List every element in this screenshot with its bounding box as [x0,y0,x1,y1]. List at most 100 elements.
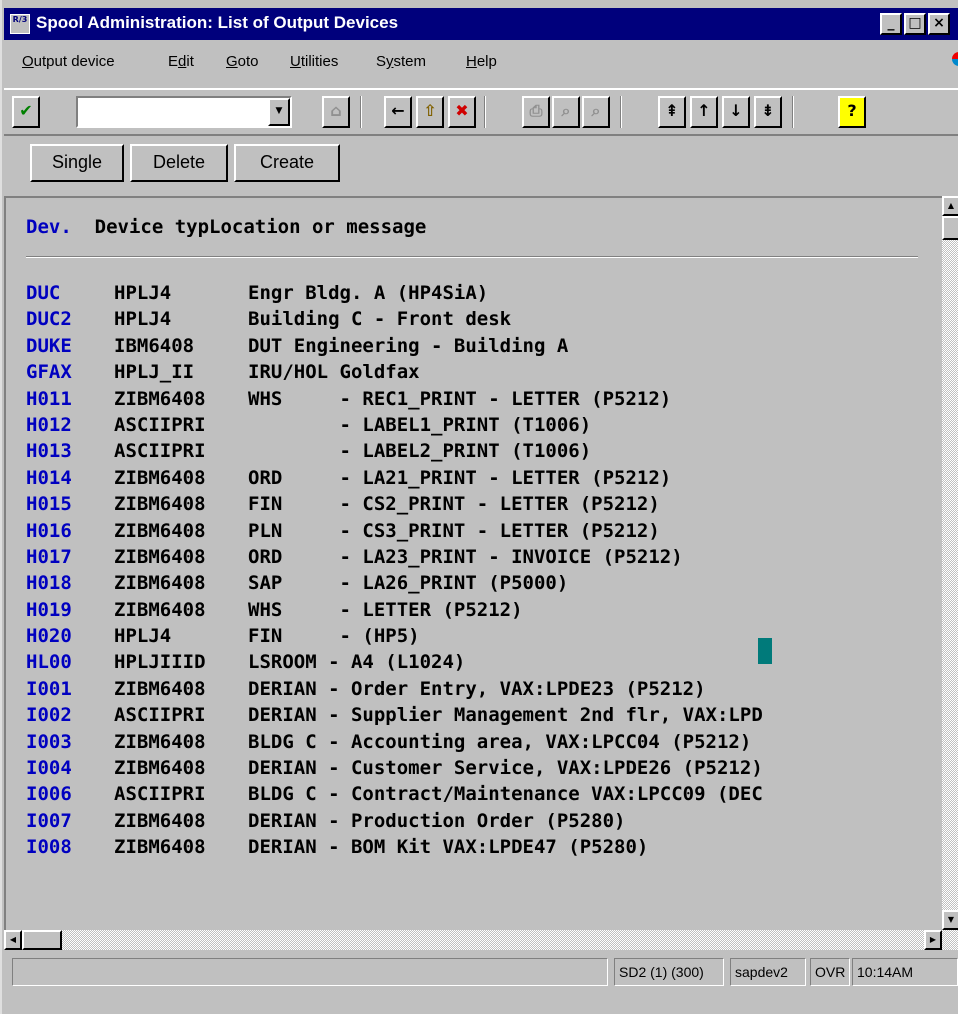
chevron-down-icon[interactable]: ▼ [268,98,290,126]
list-row[interactable]: H018 ZIBM6408 SAP - LA26_PRINT (P5000) [26,570,763,596]
device-name[interactable]: H012 [26,412,114,438]
next-page-icon[interactable]: ↓ [722,96,750,128]
scroll-up-icon[interactable]: ▲ [942,196,958,216]
status-time: 10:14AM [852,958,958,986]
device-location: Building C - Front desk [248,308,512,331]
device-name[interactable]: DUC [26,280,114,306]
device-name[interactable]: H017 [26,544,114,570]
command-field[interactable]: ▼ [76,96,292,128]
list-row[interactable]: I003 ZIBM6408 BLDG C - Accounting area, VA… [26,729,763,755]
help-icon[interactable]: ? [838,96,866,128]
menu-help[interactable]: Help [466,53,497,70]
list-row[interactable]: H014 ZIBM6408 ORD - LA21_PRINT - LETTER (P… [26,465,763,491]
device-name[interactable]: H013 [26,438,114,464]
device-name[interactable]: I004 [26,755,114,781]
list-row[interactable]: DUC2 HPLJ4 Building C - Front desk [26,306,763,332]
save-icon[interactable]: ⌂ [322,96,350,128]
scroll-right-icon[interactable]: ▶ [924,930,942,950]
device-type: IBM6408 [114,334,195,357]
maximize-button[interactable]: □ [904,13,926,35]
header-dev: Dev. [26,216,72,238]
horizontal-scrollbar[interactable]: ◀ ▶ [4,930,958,950]
device-name[interactable]: H011 [26,386,114,412]
device-location: WHS - LETTER (P5212) [248,598,523,621]
list-row[interactable]: H012 ASCIIPRI - LABEL1_PRINT (T1006) [26,412,763,438]
list-row[interactable]: HL00 HPLJIIID LSROOM - A4 (L1024) [26,649,763,675]
list-row[interactable]: H011 ZIBM6408 WHS - REC1_PRINT - LETTER (P… [26,386,763,412]
device-location: ORD - LA21_PRINT - LETTER (P5212) [248,466,672,489]
menu-output-device[interactable]: Output device [22,53,115,70]
single-button[interactable]: Single [30,144,124,182]
device-name[interactable]: I007 [26,808,114,834]
device-name[interactable]: H014 [26,465,114,491]
device-location: DERIAN - Supplier Management 2nd flr, VA… [248,704,763,727]
device-type: ZIBM6408 [114,493,206,516]
device-name[interactable]: H018 [26,570,114,596]
device-name[interactable]: DUKE [26,333,114,359]
scroll-down-icon[interactable]: ▼ [942,910,958,930]
device-name[interactable]: I002 [26,702,114,728]
find-next-icon[interactable]: ⌕ [582,96,610,128]
list-row[interactable]: I004 ZIBM6408 DERIAN - Customer Service, V… [26,755,763,781]
previous-page-icon[interactable]: ↑ [690,96,718,128]
list-row[interactable]: H020 HPLJ4 FIN - (HP5) [26,623,763,649]
menu-utilities[interactable]: Utilities [290,53,338,70]
back-icon[interactable]: ← [384,96,412,128]
create-button[interactable]: Create [234,144,340,182]
close-button[interactable]: × [928,13,950,35]
device-type: HPLJ4 [114,625,172,648]
list-row[interactable]: H019 ZIBM6408 WHS - LETTER (P5212) [26,597,763,623]
sap-window: R/3 Spool Administration: List of Output… [0,0,958,1014]
exit-icon[interactable]: ⇧ [416,96,444,128]
device-name[interactable]: I006 [26,781,114,807]
scroll-left-icon[interactable]: ◀ [4,930,22,950]
device-name[interactable]: I003 [26,729,114,755]
list-row[interactable]: GFAX HPLJ_II IRU/HOL Goldfax [26,359,763,385]
print-icon[interactable]: ⎙ [522,96,550,128]
list-row[interactable]: I008 ZIBM6408 DERIAN - BOM Kit VAX:LPDE47 … [26,834,763,860]
device-name[interactable]: H016 [26,518,114,544]
device-location: LSROOM - A4 (L1024) [248,651,466,674]
list-row[interactable]: H016 ZIBM6408 PLN - CS3_PRINT - LETTER (P5… [26,518,763,544]
vertical-scrollbar[interactable]: ▲ ▼ [942,196,958,930]
list-row[interactable]: H015 ZIBM6408 FIN - CS2_PRINT - LETTER (P5… [26,491,763,517]
device-name[interactable]: I001 [26,676,114,702]
status-mode[interactable]: OVR [810,958,850,986]
cancel-icon[interactable]: ✖ [448,96,476,128]
menu-edit[interactable]: Edit [168,53,194,70]
find-icon[interactable]: ⌕ [552,96,580,128]
device-name[interactable]: H019 [26,597,114,623]
delete-button[interactable]: Delete [130,144,228,182]
horizontal-scroll-thumb[interactable] [22,930,62,950]
list-row[interactable]: H017 ZIBM6408 ORD - LA23_PRINT - INVOICE (… [26,544,763,570]
device-name[interactable]: HL00 [26,649,114,675]
device-type: ZIBM6408 [114,757,206,780]
sap-r3-icon[interactable]: R/3 [10,14,30,34]
header-divider [26,256,918,258]
list-row[interactable]: DUC HPLJ4 Engr Bldg. A (HP4SiA) [26,280,763,306]
device-type: ASCIIPRI [114,783,206,806]
menu-system[interactable]: System [376,53,426,70]
list-row[interactable]: DUKE IBM6408 DUT Engineering - Building A [26,333,763,359]
last-page-icon[interactable]: ⇟ [754,96,782,128]
text-cursor [758,638,772,664]
device-name[interactable]: GFAX [26,359,114,385]
list-row[interactable]: I001 ZIBM6408 DERIAN - Order Entry, VAX:LP… [26,676,763,702]
device-name[interactable]: H015 [26,491,114,517]
minimize-button[interactable]: _ [880,13,902,35]
vertical-scroll-thumb[interactable] [942,216,958,240]
list-row[interactable]: H013 ASCIIPRI - LABEL2_PRINT (T1006) [26,438,763,464]
toolbar-separator [620,96,622,128]
menu-goto[interactable]: Goto [226,53,259,70]
device-name[interactable]: I008 [26,834,114,860]
list-row[interactable]: I006 ASCIIPRI BLDG C - Contract/Maintenanc… [26,781,763,807]
list-row[interactable]: I007 ZIBM6408 DERIAN - Production Order (P… [26,808,763,834]
list-row[interactable]: I002 ASCIIPRI DERIAN - Supplier Management… [26,702,763,728]
check-icon[interactable]: ✔ [12,96,40,128]
device-location: BLDG C - Accounting area, VAX:LPCC04 (P5… [248,730,752,753]
device-name[interactable]: H020 [26,623,114,649]
first-page-icon[interactable]: ⇞ [658,96,686,128]
device-name[interactable]: DUC2 [26,306,114,332]
command-input[interactable] [80,100,260,124]
device-location: DERIAN - Production Order (P5280) [248,809,626,832]
